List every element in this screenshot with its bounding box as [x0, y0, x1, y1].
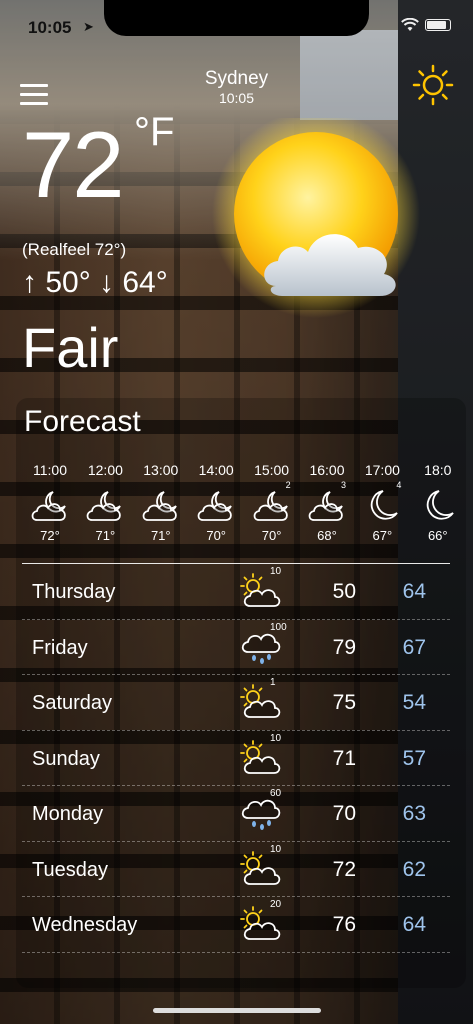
high-temperature: 79: [332, 635, 356, 659]
high-temperature: 70: [332, 802, 356, 825]
home-indicator[interactable]: [153, 1008, 321, 1013]
status-time: 10:05: [28, 18, 72, 37]
hourly-item[interactable]: 14:00 70°: [188, 462, 244, 543]
hour-time: 18:0: [424, 462, 452, 478]
daily-row[interactable]: Saturday 1 75 54: [22, 675, 450, 731]
partly-cloudy-night-icon: 3: [306, 480, 348, 524]
local-time: 10:05: [218, 90, 255, 106]
high-temperature: 71: [332, 746, 356, 770]
hourly-item[interactable]: 15:00 2 70°: [244, 462, 300, 543]
hour-temperature: 71°: [150, 528, 171, 543]
daily-row[interactable]: Sunday 10 71 57: [22, 731, 450, 786]
realfeel-text: (Realfeel 72°): [22, 240, 127, 259]
high-low-temperature: ↑ 50° ↓ 64°: [22, 266, 168, 299]
low-temperature: 67: [402, 635, 426, 659]
city-name: Sydney: [204, 68, 269, 89]
hourly-forecast-strip[interactable]: 11:00 72° 12:00 71° 13:00 71° 14:00 70° 15:00 2 70…: [22, 462, 473, 562]
daily-forecast-list: Thursday 10 50 64 Friday 100 79 67 Saturday 1 75 54…: [22, 564, 450, 953]
low-temperature: 57: [402, 746, 426, 770]
high-temperature: 75: [332, 691, 356, 714]
hour-time: 14:00: [198, 462, 234, 478]
day-name: Sunday: [32, 747, 100, 770]
hourly-item[interactable]: 13:00 71°: [133, 462, 189, 543]
partly-cloudy-night-icon: [29, 488, 71, 524]
partly-cloudy-day-icon: [238, 739, 282, 779]
day-name: Wednesday: [32, 914, 138, 936]
daily-row[interactable]: Wednesday 20 76 64: [22, 897, 450, 953]
hour-temperature: 68°: [317, 528, 337, 543]
hour-temperature: 67°: [372, 528, 393, 543]
precip-chance: 10: [270, 732, 282, 744]
low-temperature: 63: [402, 802, 426, 825]
hourly-item[interactable]: 18:0 66°: [410, 462, 466, 543]
hour-temperature: 70°: [261, 528, 282, 543]
precip-chance: 10: [270, 566, 282, 577]
hour-temperature: 71°: [95, 528, 116, 543]
precip-chance: 3: [340, 480, 346, 490]
day-name: Tuesday: [32, 858, 108, 881]
device-notch: [104, 0, 369, 36]
status-icons: [401, 18, 451, 32]
partly-cloudy-night-icon: [84, 488, 126, 524]
day-name: Friday: [32, 636, 88, 659]
high-temperature: 76: [332, 913, 356, 936]
wifi-icon: [401, 18, 419, 31]
daily-row[interactable]: Tuesday 10 72 62: [22, 842, 450, 897]
partly-cloudy-day-icon: [238, 683, 282, 723]
hour-time: 13:00: [143, 462, 179, 478]
hour-time: 16:00: [309, 462, 345, 478]
hour-temperature: 72°: [40, 528, 60, 543]
precip-chance: 1: [270, 677, 276, 688]
rain-cloud-icon: [238, 794, 282, 834]
current-temperature: 72: [22, 112, 125, 217]
low-temperature: 64: [402, 913, 426, 936]
low-temperature: 64: [402, 580, 426, 603]
partly-cloudy-night-icon: [195, 488, 237, 524]
moon-icon: [417, 488, 459, 524]
hour-time: 12:00: [87, 462, 123, 478]
sun-icon[interactable]: [412, 64, 454, 106]
moon-icon: 4: [361, 480, 403, 524]
hour-time: 15:00: [254, 462, 290, 478]
day-name: Monday: [32, 803, 104, 825]
hourly-item[interactable]: 16:00 3 68°: [299, 462, 355, 543]
precip-chance: 10: [270, 843, 282, 855]
precip-chance: 2: [285, 480, 291, 490]
partly-cloudy-night-icon: 2: [251, 480, 293, 524]
precip-chance: 60: [270, 788, 282, 799]
partly-cloudy-day-icon: [238, 850, 282, 890]
hour-time: 11:00: [33, 462, 67, 478]
daily-row[interactable]: Friday 100 79 67: [22, 620, 450, 675]
condition-text: Fair: [22, 316, 119, 379]
sun-with-cloud-icon: [212, 118, 420, 318]
day-name: Thursday: [32, 581, 116, 603]
location-arrow-icon: ➤: [83, 19, 94, 34]
forecast-title: Forecast: [24, 405, 141, 438]
high-temperature: 50: [332, 580, 356, 603]
partly-cloudy-day-icon: [238, 572, 282, 612]
hourly-item[interactable]: 12:00 71°: [77, 462, 133, 543]
battery-icon: [425, 19, 451, 31]
daily-row[interactable]: Monday 60 70 63: [22, 786, 450, 842]
hour-time: 17:00: [364, 462, 400, 478]
hourly-item[interactable]: 11:00 72°: [22, 462, 78, 543]
precip-chance: 100: [270, 621, 287, 633]
low-temperature: 54: [402, 691, 426, 714]
day-name: Saturday: [32, 692, 113, 714]
high-temperature: 72: [332, 857, 356, 881]
precip-chance: 20: [270, 899, 282, 910]
hour-temperature: 66°: [427, 528, 448, 543]
temperature-unit: °F: [134, 110, 175, 154]
hour-temperature: 70°: [206, 528, 227, 543]
daily-row[interactable]: Thursday 10 50 64: [22, 564, 450, 620]
hourly-item[interactable]: 17:00 4 67°: [354, 462, 410, 543]
low-temperature: 62: [402, 857, 426, 881]
precip-chance: 4: [396, 480, 402, 490]
rain-cloud-icon: [238, 628, 282, 668]
partly-cloudy-day-icon: [238, 905, 282, 945]
partly-cloudy-night-icon: [140, 488, 182, 524]
